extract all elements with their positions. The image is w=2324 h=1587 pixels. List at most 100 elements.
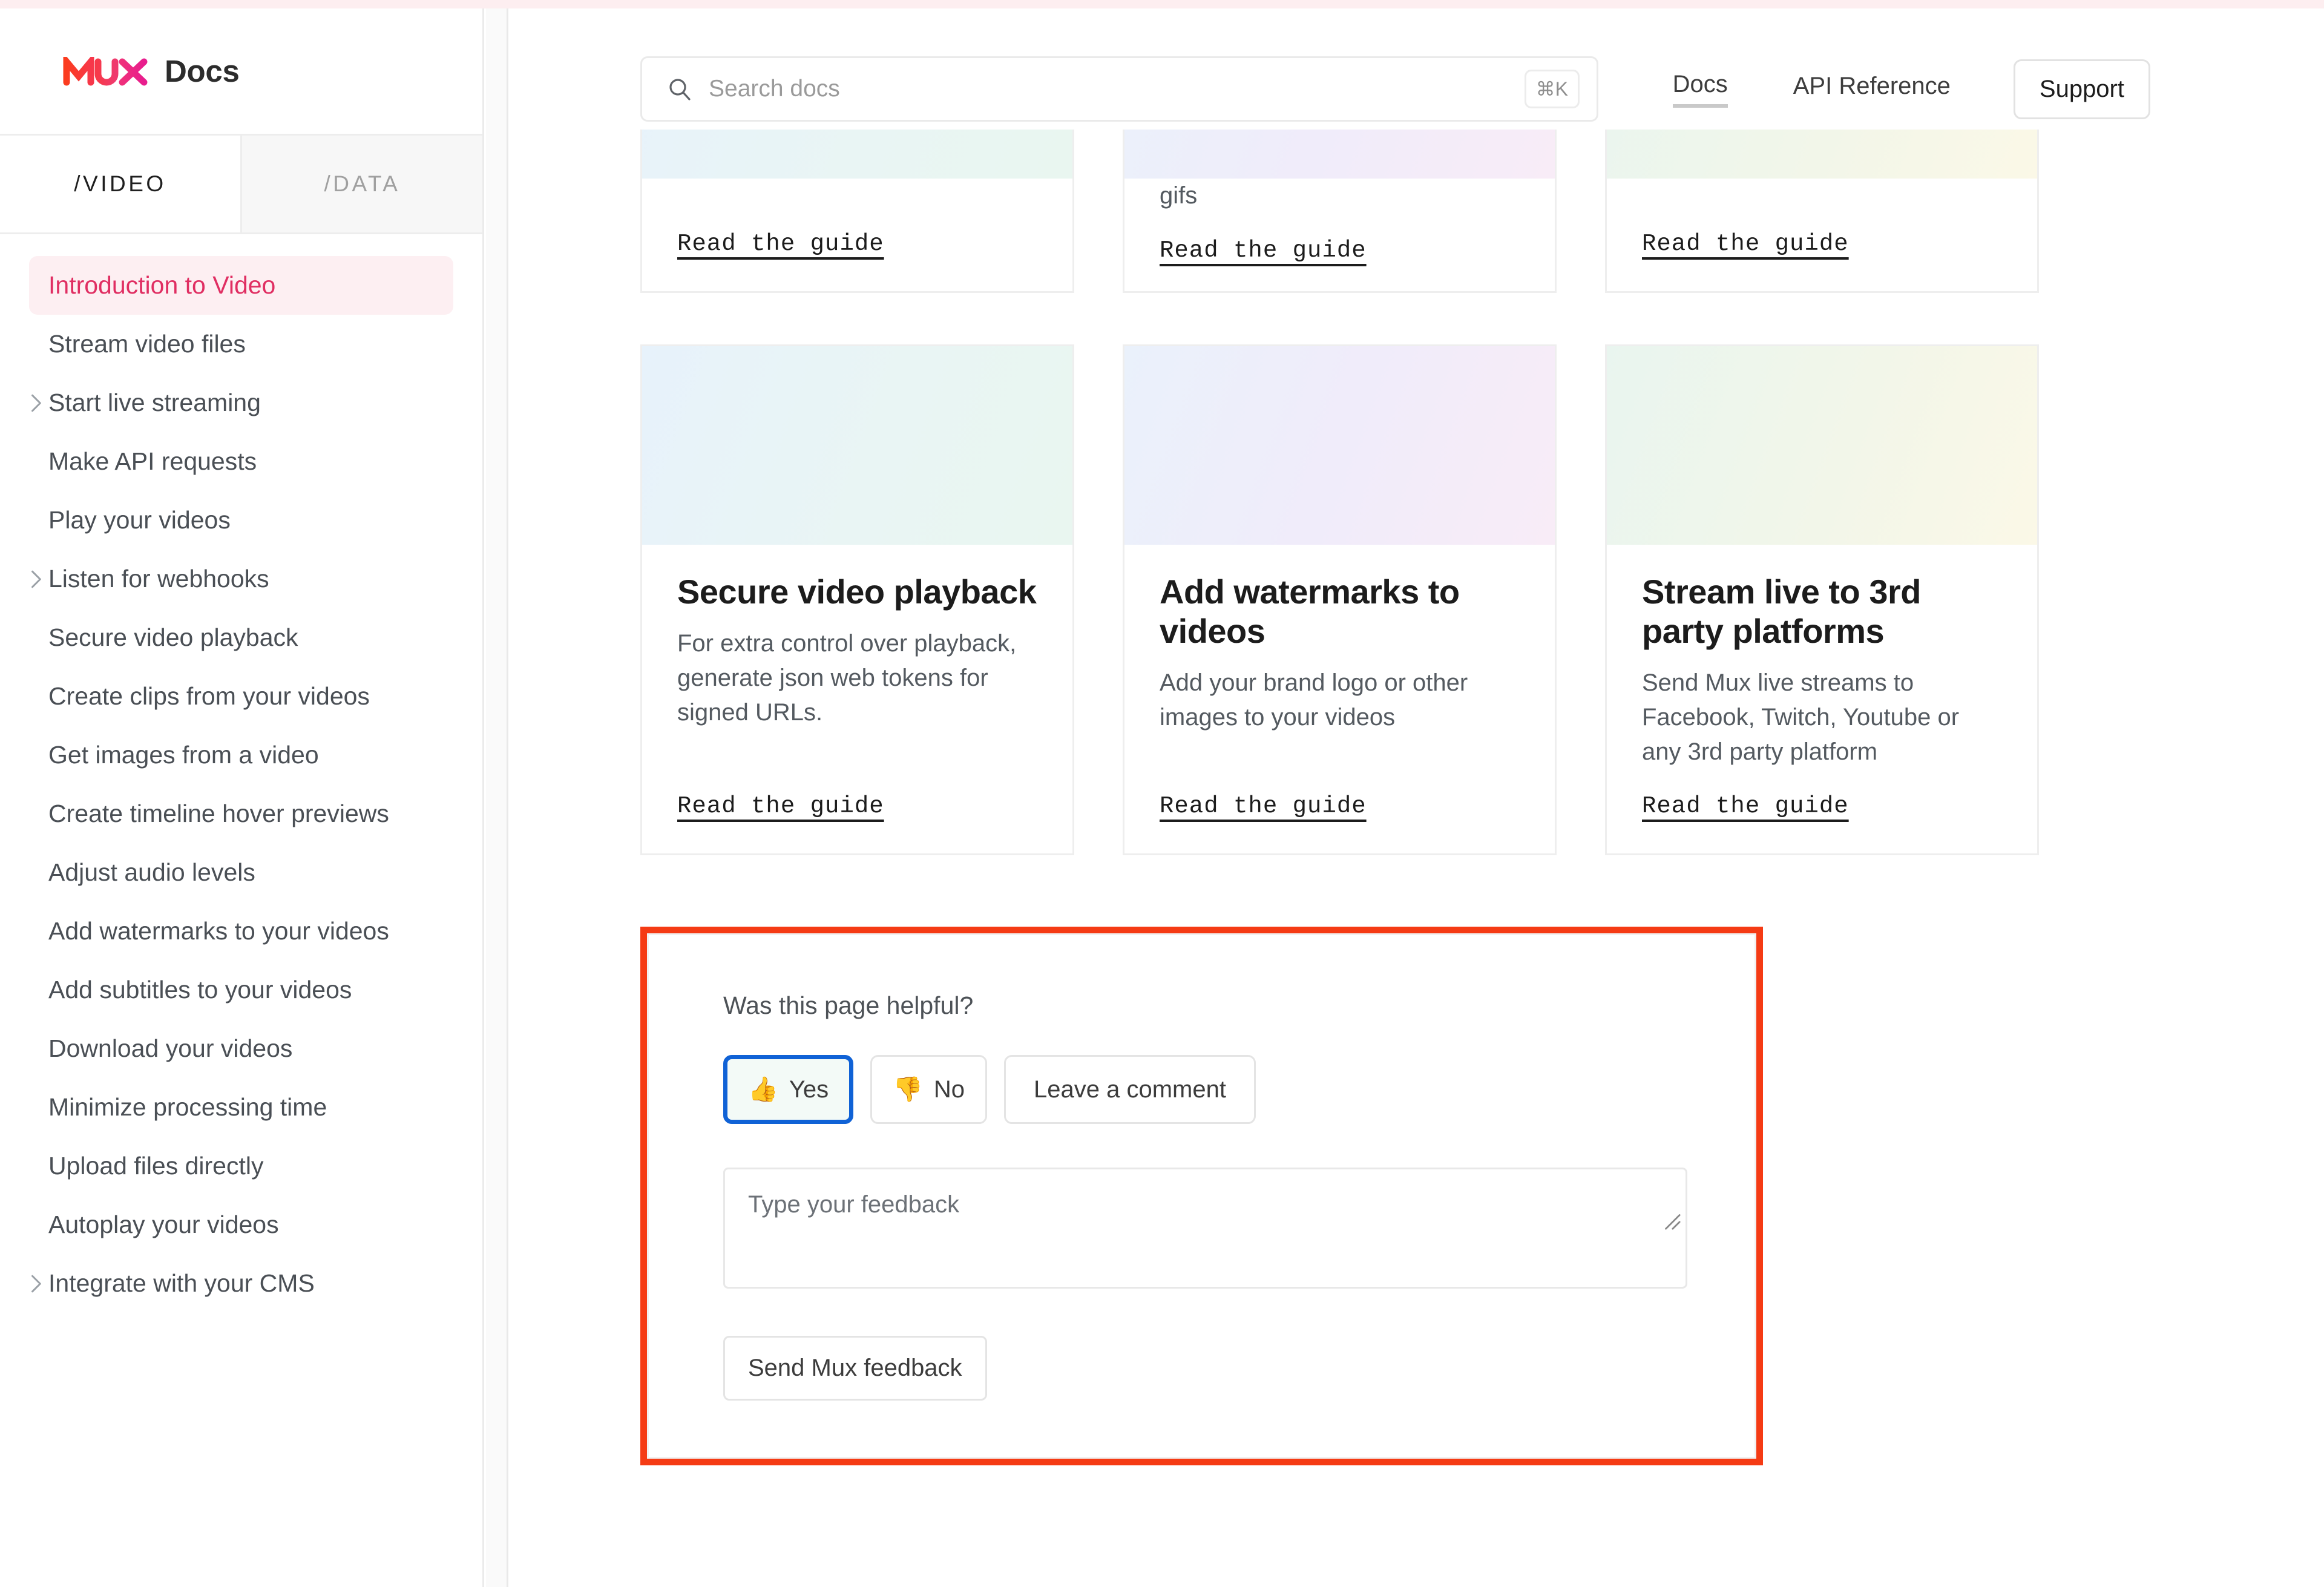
sidebar-item-add-subtitles-to-your-videos[interactable]: Add subtitles to your videos [29,961,453,1019]
read-the-guide-link[interactable]: Read the guide [1160,793,1367,820]
sidebar-item-secure-video-playback[interactable]: Secure video playback [29,608,453,667]
guide-card-secure-video-playback[interactable]: Secure video playback For extra control … [640,344,1074,855]
card-description: For extra control over playback, generat… [677,626,1037,729]
sidebar-item-label: Create timeline hover previews [48,800,389,828]
sidebar-item-adjust-audio-levels[interactable]: Adjust audio levels [29,843,453,902]
support-button[interactable]: Support [2014,59,2150,119]
sidebar-item-create-timeline-hover-previews[interactable]: Create timeline hover previews [29,784,453,843]
sidebar-item-stream-video-files[interactable]: Stream video files [29,315,453,373]
search-placeholder: Search docs [709,76,1525,102]
card-media [1124,130,1555,179]
header-nav: Docs API Reference Support [1607,59,2324,119]
card-title: Stream live to 3rd party platforms [1642,573,2002,651]
sidebar-item-create-clips-from-your-videos[interactable]: Create clips from your videos [29,667,453,726]
card-media [642,130,1072,179]
card-media [1124,346,1555,545]
sidebar-item-label: Add subtitles to your videos [48,976,352,1004]
guide-card[interactable]: gifs Read the guide [1123,130,1557,293]
feedback-section-highlight: Was this page helpful? 👍 Yes 👎 No Leave … [640,927,1763,1465]
feedback-textarea[interactable] [723,1168,1687,1289]
send-mux-feedback-button[interactable]: Send Mux feedback [723,1336,987,1401]
sidebar-item-label: Secure video playback [48,623,298,652]
thumbs-down-icon: 👎 [893,1077,923,1102]
sidebar-nav: Introduction to Video Stream video files… [0,234,482,1313]
card-media [642,346,1072,545]
guide-card[interactable]: Read the guide [640,130,1074,293]
read-the-guide-link[interactable]: Read the guide [677,793,884,820]
card-description: Add your brand logo or other images to y… [1160,666,1520,735]
sidebar-item-play-your-videos[interactable]: Play your videos [29,491,453,550]
card-grid-top: Read the guide gifs Read the guide Read … [510,130,2039,293]
chevron-right-icon[interactable] [25,569,46,590]
sidebar-item-label: Get images from a video [48,741,319,769]
feedback-no-button[interactable]: 👎 No [870,1055,987,1124]
feedback-yes-button[interactable]: 👍 Yes [723,1055,853,1124]
sidebar-item-label: Stream video files [48,330,246,358]
card-grid-main: Secure video playback For extra control … [510,344,2324,855]
feedback-button-group: 👍 Yes 👎 No Leave a comment [723,1055,1756,1124]
sidebar-item-start-live-streaming[interactable]: Start live streaming [29,373,453,432]
feedback-section-wrapper: Was this page helpful? 👍 Yes 👎 No Leave … [510,927,2324,1465]
sidebar-item-label: Play your videos [48,506,231,534]
sidebar-item-label: Create clips from your videos [48,682,370,711]
sidebar-item-label: Download your videos [48,1034,292,1063]
page-header: Search docs ⌘K Docs API Reference Suppor… [510,8,2324,130]
sidebar-item-label: Upload files directly [48,1152,264,1180]
sidebar-item-label: Start live streaming [48,389,261,417]
card-media [1607,130,2037,179]
sidebar-item-minimize-processing-time[interactable]: Minimize processing time [29,1078,453,1137]
sidebar-item-label: Add watermarks to your videos [48,917,389,945]
sidebar-item-introduction-to-video[interactable]: Introduction to Video [29,256,453,315]
sidebar-item-download-your-videos[interactable]: Download your videos [29,1019,453,1078]
read-the-guide-link[interactable]: Read the guide [677,231,884,257]
guide-card-add-watermarks-to-videos[interactable]: Add watermarks to videos Add your brand … [1123,344,1557,855]
sidebar-item-listen-for-webhooks[interactable]: Listen for webhooks [29,550,453,608]
feedback-yes-label: Yes [789,1075,829,1104]
read-the-guide-link[interactable]: Read the guide [1642,793,1849,820]
sidebar: Docs /VIDEO /DATA Introduction to Video … [0,8,484,1587]
card-row-top-clipped: Read the guide gifs Read the guide Read … [510,130,2324,293]
read-the-guide-link[interactable]: Read the guide [1642,231,1849,257]
search-shortcut-badge: ⌘K [1525,70,1580,108]
card-description: Send Mux live streams to Facebook, Twitc… [1642,666,2002,769]
thumbs-up-icon: 👍 [748,1077,778,1102]
header-link-docs[interactable]: Docs [1673,71,1728,108]
sidebar-scrollbar[interactable] [486,8,508,1587]
sidebar-tabs: /VIDEO /DATA [0,136,482,234]
tab-data[interactable]: /DATA [242,136,482,232]
card-title: Secure video playback [677,573,1037,612]
sidebar-item-get-images-from-a-video[interactable]: Get images from a video [29,726,453,784]
sidebar-item-label: Integrate with your CMS [48,1269,315,1298]
sidebar-item-label: Minimize processing time [48,1093,327,1122]
guide-card-stream-live-to-3rd-party-platforms[interactable]: Stream live to 3rd party platforms Send … [1605,344,2039,855]
card-description: gifs [1160,179,1520,213]
card-media [1607,346,2037,545]
top-accent-strip [0,0,2324,8]
guide-card[interactable]: Read the guide [1605,130,2039,293]
sidebar-item-label: Adjust audio levels [48,858,255,887]
sidebar-item-integrate-with-your-cms[interactable]: Integrate with your CMS [29,1254,453,1313]
tab-video[interactable]: /VIDEO [0,136,242,232]
chevron-right-icon[interactable] [25,393,46,413]
feedback-question: Was this page helpful? [723,991,1756,1020]
header-link-api-reference[interactable]: API Reference [1793,73,1951,106]
leave-a-comment-button[interactable]: Leave a comment [1004,1055,1256,1124]
sidebar-item-label: Make API requests [48,447,257,476]
feedback-no-label: No [934,1075,965,1104]
search-input[interactable]: Search docs ⌘K [640,56,1598,122]
card-title: Add watermarks to videos [1160,573,1520,651]
read-the-guide-link[interactable]: Read the guide [1160,237,1367,264]
sidebar-item-label: Listen for webhooks [48,565,269,593]
sidebar-item-label: Introduction to Video [48,271,275,300]
chevron-right-icon[interactable] [25,1273,46,1294]
sidebar-item-upload-files-directly[interactable]: Upload files directly [29,1137,453,1195]
brand-header[interactable]: Docs [0,8,482,136]
brand-title: Docs [165,53,240,89]
search-icon [668,77,709,101]
sidebar-item-make-api-requests[interactable]: Make API requests [29,432,453,491]
sidebar-item-label: Autoplay your videos [48,1211,279,1239]
sidebar-item-autoplay-your-videos[interactable]: Autoplay your videos [29,1195,453,1254]
main-content: Search docs ⌘K Docs API Reference Suppor… [510,8,2324,1587]
sidebar-item-add-watermarks-to-your-videos[interactable]: Add watermarks to your videos [29,902,453,961]
mux-logo-icon [63,57,148,86]
